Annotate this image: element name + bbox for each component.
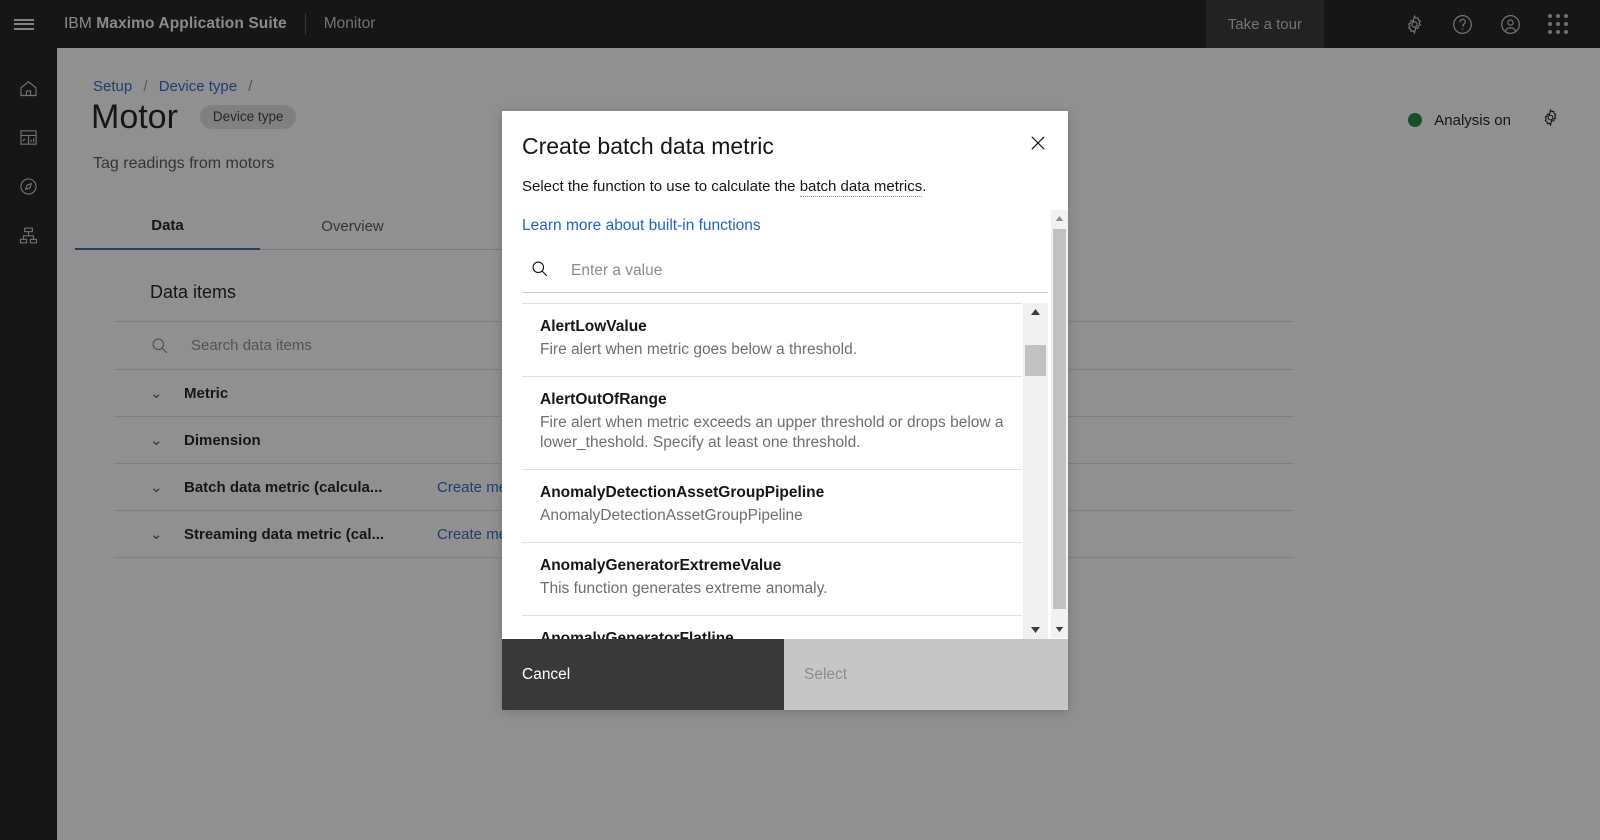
function-description: AnomalyDetectionAssetGroupPipeline <box>540 507 803 525</box>
screen: IBM Maximo Application Suite Monitor Tak… <box>0 0 1600 840</box>
modal-description-prefix: Select the function to use to calculate … <box>522 177 800 195</box>
modal-description-term[interactable]: batch data metrics <box>799 177 923 197</box>
modal-header: Create batch data metric Select the func… <box>502 111 1068 235</box>
scroll-down-arrow-icon[interactable] <box>1023 621 1048 639</box>
function-description: This function generates extreme anomaly. <box>540 580 828 598</box>
close-icon[interactable] <box>1018 123 1058 163</box>
function-list-scrollbar[interactable] <box>1023 302 1048 639</box>
modal-description: Select the function to use to calculate … <box>522 177 1044 197</box>
list-item[interactable]: AnomalyGeneratorFlatline This function g… <box>522 616 1022 639</box>
scrollbar-thumb[interactable] <box>1025 344 1046 376</box>
select-button: Select <box>784 639 1068 710</box>
list-item[interactable]: AnomalyDetectionAssetGroupPipeline Anoma… <box>522 470 1022 544</box>
function-description: Fire alert when metric goes below a thre… <box>540 340 858 358</box>
list-item[interactable]: AlertLowValue Fire alert when metric goe… <box>522 304 1022 377</box>
function-search-field[interactable]: Enter a value <box>522 251 1048 293</box>
create-batch-data-metric-modal: Create batch data metric Select the func… <box>502 111 1068 710</box>
scrollbar-thumb[interactable] <box>1053 229 1066 609</box>
scroll-up-arrow-icon[interactable] <box>1051 210 1068 227</box>
cancel-button[interactable]: Cancel <box>502 639 784 710</box>
function-name: AnomalyGeneratorFlatline <box>540 630 734 639</box>
scroll-down-arrow-icon[interactable] <box>1051 621 1068 638</box>
function-list[interactable]: AlertLowValue Fire alert when metric goe… <box>522 302 1022 639</box>
learn-more-link[interactable]: Learn more about built-in functions <box>522 217 761 235</box>
function-name: AlertOutOfRange <box>540 390 667 408</box>
function-search-placeholder: Enter a value <box>571 262 663 280</box>
search-icon <box>530 259 549 283</box>
modal-description-suffix: . <box>922 177 927 195</box>
modal-scrollbar[interactable] <box>1051 210 1068 638</box>
modal-title: Create batch data metric <box>522 133 774 159</box>
function-description: Fire alert when metric exceeds an upper … <box>540 413 1004 452</box>
function-name: AlertLowValue <box>540 317 647 335</box>
list-item[interactable]: AlertOutOfRange Fire alert when metric e… <box>522 377 1022 471</box>
scroll-up-arrow-icon[interactable] <box>1023 303 1048 321</box>
function-list-area: AlertLowValue Fire alert when metric goe… <box>522 302 1048 639</box>
function-name: AnomalyGeneratorExtremeValue <box>540 557 782 575</box>
function-name: AnomalyDetectionAssetGroupPipeline <box>540 484 825 502</box>
list-item[interactable]: AnomalyGeneratorExtremeValue This functi… <box>522 543 1022 617</box>
modal-footer: Cancel Select <box>502 639 1068 710</box>
